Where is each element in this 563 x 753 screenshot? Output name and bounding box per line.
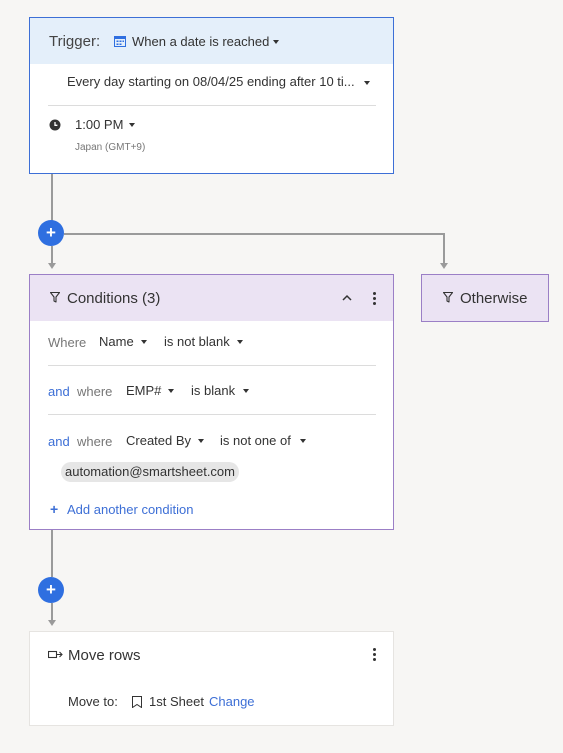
chevron-down-icon	[237, 340, 243, 344]
connector-branch-horizontal	[64, 233, 445, 235]
connector-conditions-down	[51, 246, 53, 263]
chevron-down-icon	[168, 389, 174, 393]
plus-icon: +	[50, 501, 59, 517]
condition-operator-value: is blank	[191, 383, 236, 398]
otherwise-card[interactable]: Otherwise	[421, 274, 549, 322]
trigger-type-dropdown[interactable]: When a date is reached	[114, 33, 284, 51]
condition-operator-value: is not one of	[220, 433, 291, 448]
condition-and-label: and	[48, 434, 70, 449]
calendar-icon	[114, 36, 126, 47]
add-condition-button[interactable]: + Add another condition	[50, 501, 200, 517]
condition-operator-value: is not blank	[164, 334, 230, 349]
condition-value-chip[interactable]: automation@smartsheet.com	[61, 462, 239, 482]
chevron-up-icon[interactable]	[342, 294, 352, 301]
condition-where-label: Where	[48, 335, 87, 350]
condition-field-dropdown[interactable]: EMP#	[126, 383, 178, 399]
add-step-button-top[interactable]: +	[38, 220, 64, 246]
schedule-dropdown[interactable]: Every day starting on 08/04/25 ending af…	[67, 72, 377, 90]
target-sheet-name: 1st Sheet	[149, 694, 204, 709]
condition-where-label: where	[77, 434, 113, 449]
condition-where-label: where	[77, 384, 113, 399]
change-sheet-link[interactable]: Change	[209, 695, 255, 708]
condition-field-value: Created By	[126, 433, 192, 448]
trigger-card: Trigger: When a date is reached Every da…	[29, 17, 394, 174]
trigger-label: Trigger:	[49, 33, 101, 50]
conditions-card: Conditions (3) Where Name is not blank a…	[29, 274, 394, 530]
condition-operator-dropdown[interactable]: is blank	[191, 383, 253, 399]
connector-action-down	[51, 603, 53, 620]
condition-operator-dropdown[interactable]: is not one of	[220, 433, 310, 449]
sheet-icon	[132, 696, 142, 708]
chevron-down-icon	[243, 389, 249, 393]
schedule-text: Every day starting on 08/04/25 ending af…	[67, 74, 355, 89]
clock-icon	[49, 119, 61, 131]
connector-otherwise-arrow	[440, 263, 448, 269]
connector-action-arrow	[48, 620, 56, 626]
otherwise-label: Otherwise	[460, 290, 528, 307]
chevron-down-icon	[141, 340, 147, 344]
action-more-icon[interactable]	[373, 648, 377, 663]
action-card: Move rows Move to: 1st Sheet Change	[29, 631, 394, 726]
condition-field-value: Name	[99, 334, 134, 349]
connector-conditions-out	[51, 530, 53, 577]
conditions-title: Conditions (3)	[67, 290, 161, 307]
condition-operator-dropdown[interactable]: is not blank	[164, 334, 248, 350]
move-rows-icon	[48, 650, 63, 659]
chevron-down-icon	[198, 439, 204, 443]
time-dropdown[interactable]: 1:00 PM	[75, 117, 140, 133]
chevron-down-icon	[364, 81, 370, 85]
move-to-label: Move to:	[68, 694, 118, 709]
conditions-more-icon[interactable]	[373, 292, 377, 307]
connector-conditions-arrow	[48, 263, 56, 269]
trigger-divider	[48, 105, 376, 106]
add-condition-label: Add another condition	[67, 502, 194, 517]
action-title: Move rows	[68, 647, 141, 664]
condition-field-dropdown[interactable]: Name	[99, 334, 151, 350]
trigger-type-label: When a date is reached	[132, 34, 270, 49]
condition-field-dropdown[interactable]: Created By	[126, 433, 208, 449]
chevron-down-icon	[129, 123, 135, 127]
condition-divider	[48, 365, 376, 366]
timezone-label: Japan (GMT+9)	[75, 142, 146, 153]
condition-divider	[48, 414, 376, 415]
connector-trigger-down	[51, 174, 53, 221]
add-step-button-bottom[interactable]: +	[38, 577, 64, 603]
condition-field-value: EMP#	[126, 383, 162, 398]
filter-icon	[50, 292, 60, 303]
condition-and-label: and	[48, 384, 70, 399]
connector-otherwise-down	[443, 233, 445, 263]
filter-icon	[443, 292, 453, 303]
chevron-down-icon	[273, 40, 279, 44]
chevron-down-icon	[300, 439, 306, 443]
time-value: 1:00 PM	[75, 117, 124, 132]
